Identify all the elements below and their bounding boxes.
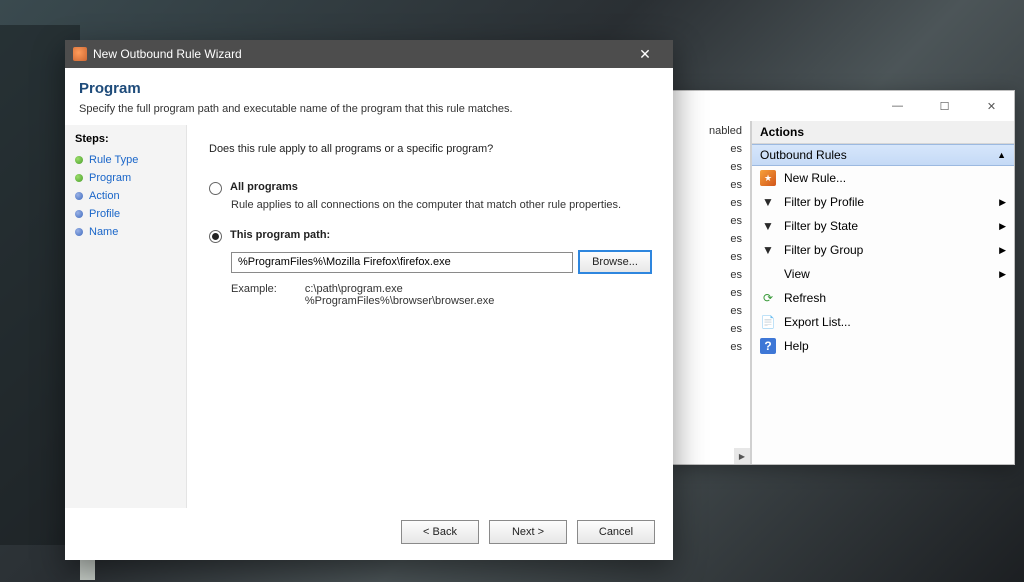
option-this-program-path[interactable]: This program path: <box>209 229 651 243</box>
action-label: Help <box>784 339 809 353</box>
action-filter-state[interactable]: ▼ Filter by State ▶ <box>752 214 1014 238</box>
help-icon: ? <box>760 338 776 354</box>
list-cell: es <box>671 305 750 323</box>
action-filter-group[interactable]: ▼ Filter by Group ▶ <box>752 238 1014 262</box>
action-export[interactable]: 📄 Export List... <box>752 310 1014 334</box>
step-bullet-icon <box>75 228 83 236</box>
example-line: c:\path\program.exe <box>305 283 403 295</box>
collapse-icon: ▲ <box>997 150 1006 160</box>
action-new-rule[interactable]: ★ New Rule... <box>752 166 1014 190</box>
step-name[interactable]: Name <box>75 223 176 241</box>
step-bullet-icon <box>75 210 83 218</box>
wizard-question: Does this rule apply to all programs or … <box>209 143 651 155</box>
option-all-programs-desc: Rule applies to all connections on the c… <box>231 199 651 211</box>
step-program[interactable]: Program <box>75 169 176 187</box>
filter-icon: ▼ <box>760 218 776 234</box>
action-label: Export List... <box>784 315 851 329</box>
step-label: Profile <box>89 208 120 220</box>
steps-header: Steps: <box>75 133 176 145</box>
list-cell: es <box>671 323 750 341</box>
firewall-mgmt-window: — ☐ ✕ nabled es es es es es es es es es … <box>670 90 1015 465</box>
wizard-title: New Outbound Rule Wizard <box>93 47 242 61</box>
step-label: Program <box>89 172 131 184</box>
list-cell: es <box>671 269 750 287</box>
mgmt-titlebar[interactable]: — ☐ ✕ <box>671 91 1014 121</box>
list-cell: es <box>671 287 750 305</box>
radio-icon[interactable] <box>209 230 222 243</box>
action-label: View <box>784 267 810 281</box>
list-cell: es <box>671 197 750 215</box>
wizard-steps-pane: Steps: Rule Type Program Action Profile … <box>65 125 187 508</box>
action-refresh[interactable]: ⟳ Refresh <box>752 286 1014 310</box>
submenu-icon: ▶ <box>999 221 1006 232</box>
step-bullet-icon <box>75 192 83 200</box>
list-cell: es <box>671 215 750 233</box>
scroll-right-icon[interactable]: ▶ <box>734 448 750 464</box>
back-button[interactable]: < Back <box>401 520 479 544</box>
filter-icon: ▼ <box>760 242 776 258</box>
next-button[interactable]: Next > <box>489 520 567 544</box>
action-label: Refresh <box>784 291 826 305</box>
actions-section-outbound[interactable]: Outbound Rules ▲ <box>752 144 1014 166</box>
step-rule-type[interactable]: Rule Type <box>75 151 176 169</box>
option-all-programs[interactable]: All programs <box>209 181 651 195</box>
action-label: New Rule... <box>784 171 846 185</box>
cancel-button[interactable]: Cancel <box>577 520 655 544</box>
radio-icon[interactable] <box>209 182 222 195</box>
step-label: Name <box>89 226 118 238</box>
spacer-icon <box>760 266 776 282</box>
action-help[interactable]: ? Help <box>752 334 1014 358</box>
maximize-button[interactable]: ☐ <box>922 92 967 120</box>
list-header-cell: nabled <box>671 125 750 143</box>
step-label: Rule Type <box>89 154 138 166</box>
minimize-button[interactable]: — <box>875 92 920 120</box>
wizard-titlebar[interactable]: New Outbound Rule Wizard ✕ <box>65 40 673 68</box>
new-rule-icon: ★ <box>760 170 776 186</box>
list-cell: es <box>671 251 750 269</box>
actions-pane: Actions Outbound Rules ▲ ★ New Rule... ▼… <box>751 121 1014 464</box>
close-button[interactable]: ✕ <box>625 46 665 63</box>
step-label: Action <box>89 190 120 202</box>
wizard-footer: < Back Next > Cancel <box>65 508 673 560</box>
page-title: Program <box>79 80 659 97</box>
program-path-input[interactable] <box>231 252 573 273</box>
export-icon: 📄 <box>760 314 776 330</box>
actions-section-label: Outbound Rules <box>760 148 847 162</box>
wizard-content: Does this rule apply to all programs or … <box>187 125 673 508</box>
actions-header: Actions <box>752 121 1014 144</box>
radio-label: All programs <box>230 181 298 193</box>
step-action[interactable]: Action <box>75 187 176 205</box>
submenu-icon: ▶ <box>999 269 1006 280</box>
rules-list-sliver: nabled es es es es es es es es es es es … <box>671 121 751 464</box>
example-line: %ProgramFiles%\browser\browser.exe <box>305 295 495 307</box>
example-label: Example: <box>231 283 277 307</box>
list-cell: es <box>671 143 750 161</box>
page-subtitle: Specify the full program path and execut… <box>79 103 659 115</box>
submenu-icon: ▶ <box>999 197 1006 208</box>
radio-label: This program path: <box>230 229 330 241</box>
list-cell: es <box>671 341 750 359</box>
firewall-icon <box>73 47 87 61</box>
action-label: Filter by Group <box>784 243 863 257</box>
step-bullet-icon <box>75 156 83 164</box>
list-cell: es <box>671 233 750 251</box>
wizard-page-header: Program Specify the full program path an… <box>65 68 673 125</box>
list-cell: es <box>671 161 750 179</box>
action-view[interactable]: View ▶ <box>752 262 1014 286</box>
refresh-icon: ⟳ <box>760 290 776 306</box>
filter-icon: ▼ <box>760 194 776 210</box>
list-cell: es <box>671 179 750 197</box>
action-label: Filter by State <box>784 219 858 233</box>
action-label: Filter by Profile <box>784 195 864 209</box>
browse-button[interactable]: Browse... <box>579 251 651 273</box>
close-button[interactable]: ✕ <box>969 92 1014 120</box>
outbound-rule-wizard: New Outbound Rule Wizard ✕ Program Speci… <box>65 40 673 560</box>
action-filter-profile[interactable]: ▼ Filter by Profile ▶ <box>752 190 1014 214</box>
step-profile[interactable]: Profile <box>75 205 176 223</box>
step-bullet-icon <box>75 174 83 182</box>
example-text: c:\path\program.exe %ProgramFiles%\brows… <box>305 283 495 307</box>
submenu-icon: ▶ <box>999 245 1006 256</box>
